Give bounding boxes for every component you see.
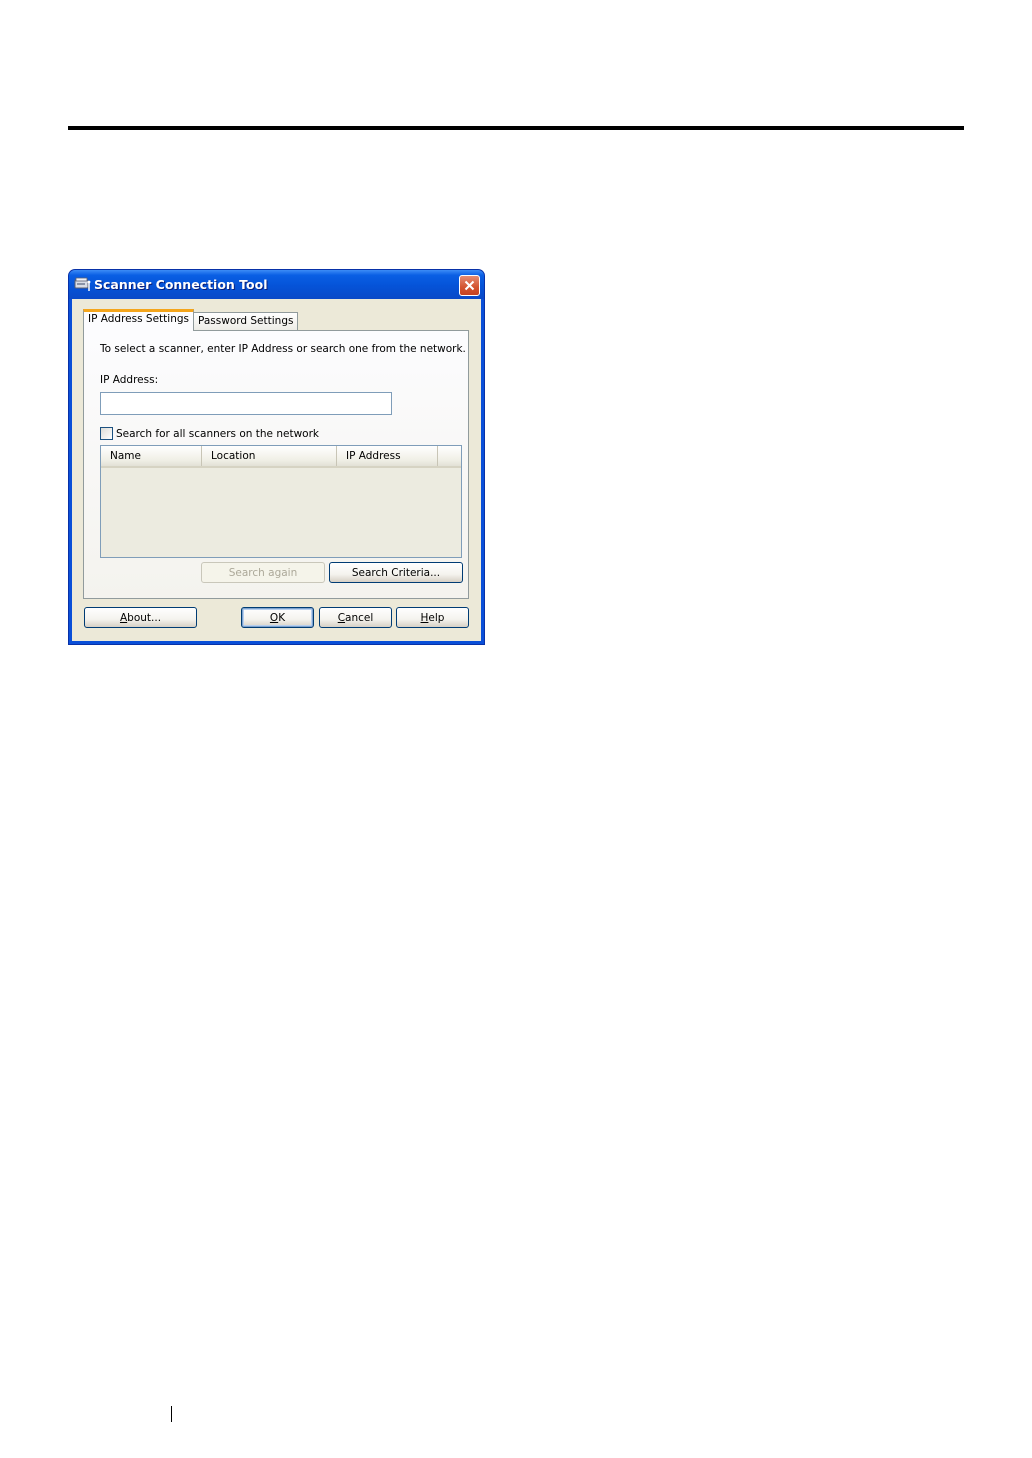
about-mnemonic: A <box>119 611 128 624</box>
ip-address-input[interactable] <box>100 392 392 415</box>
search-all-checkbox[interactable] <box>100 427 113 440</box>
scanner-connection-dialog: Scanner Connection Tool IP Address Setti… <box>69 270 484 644</box>
ip-address-label: IP Address: <box>100 374 159 386</box>
scanner-list[interactable]: Name Location IP Address <box>100 445 462 558</box>
column-header-ip-address[interactable]: IP Address <box>337 446 438 466</box>
ok-button[interactable]: OK <box>241 607 314 628</box>
title-bar[interactable]: Scanner Connection Tool <box>69 270 484 299</box>
about-button[interactable]: About... <box>84 607 197 628</box>
help-mnemonic: H <box>420 611 429 624</box>
ip-address-settings-panel: To select a scanner, enter IP Address or… <box>83 330 469 599</box>
tab-ip-address-settings[interactable]: IP Address Settings <box>83 309 194 331</box>
scanner-list-header: Name Location IP Address <box>101 446 461 468</box>
ok-mnemonic: O <box>269 611 279 624</box>
instruction-text: To select a scanner, enter IP Address or… <box>100 343 466 355</box>
tab-label: Password Settings <box>198 315 294 327</box>
search-criteria-button[interactable]: Search Criteria... <box>329 562 463 583</box>
cancel-button[interactable]: Cancel <box>319 607 392 628</box>
dialog-title: Scanner Connection Tool <box>94 277 268 292</box>
column-header-name[interactable]: Name <box>101 446 202 466</box>
cancel-mnemonic: C <box>337 611 346 624</box>
help-label-rest: elp <box>428 611 445 624</box>
footer-divider <box>171 1406 172 1422</box>
cancel-label-rest: ancel <box>345 611 374 624</box>
ok-label-rest: K <box>278 611 286 624</box>
about-label-rest: bout... <box>127 611 162 624</box>
tab-password-settings[interactable]: Password Settings <box>193 312 299 331</box>
search-again-button[interactable]: Search again <box>201 562 325 583</box>
column-header-location[interactable]: Location <box>202 446 337 466</box>
close-icon <box>464 280 475 291</box>
page-header-rule <box>68 126 964 130</box>
tab-label: IP Address Settings <box>88 313 189 325</box>
help-button[interactable]: Help <box>396 607 469 628</box>
search-all-label[interactable]: Search for all scanners on the network <box>116 428 319 440</box>
scanner-app-icon <box>74 276 92 292</box>
dialog-client-area: IP Address Settings Password Settings To… <box>72 299 481 641</box>
search-all-row[interactable]: Search for all scanners on the network <box>100 427 319 440</box>
close-button[interactable] <box>459 275 480 296</box>
